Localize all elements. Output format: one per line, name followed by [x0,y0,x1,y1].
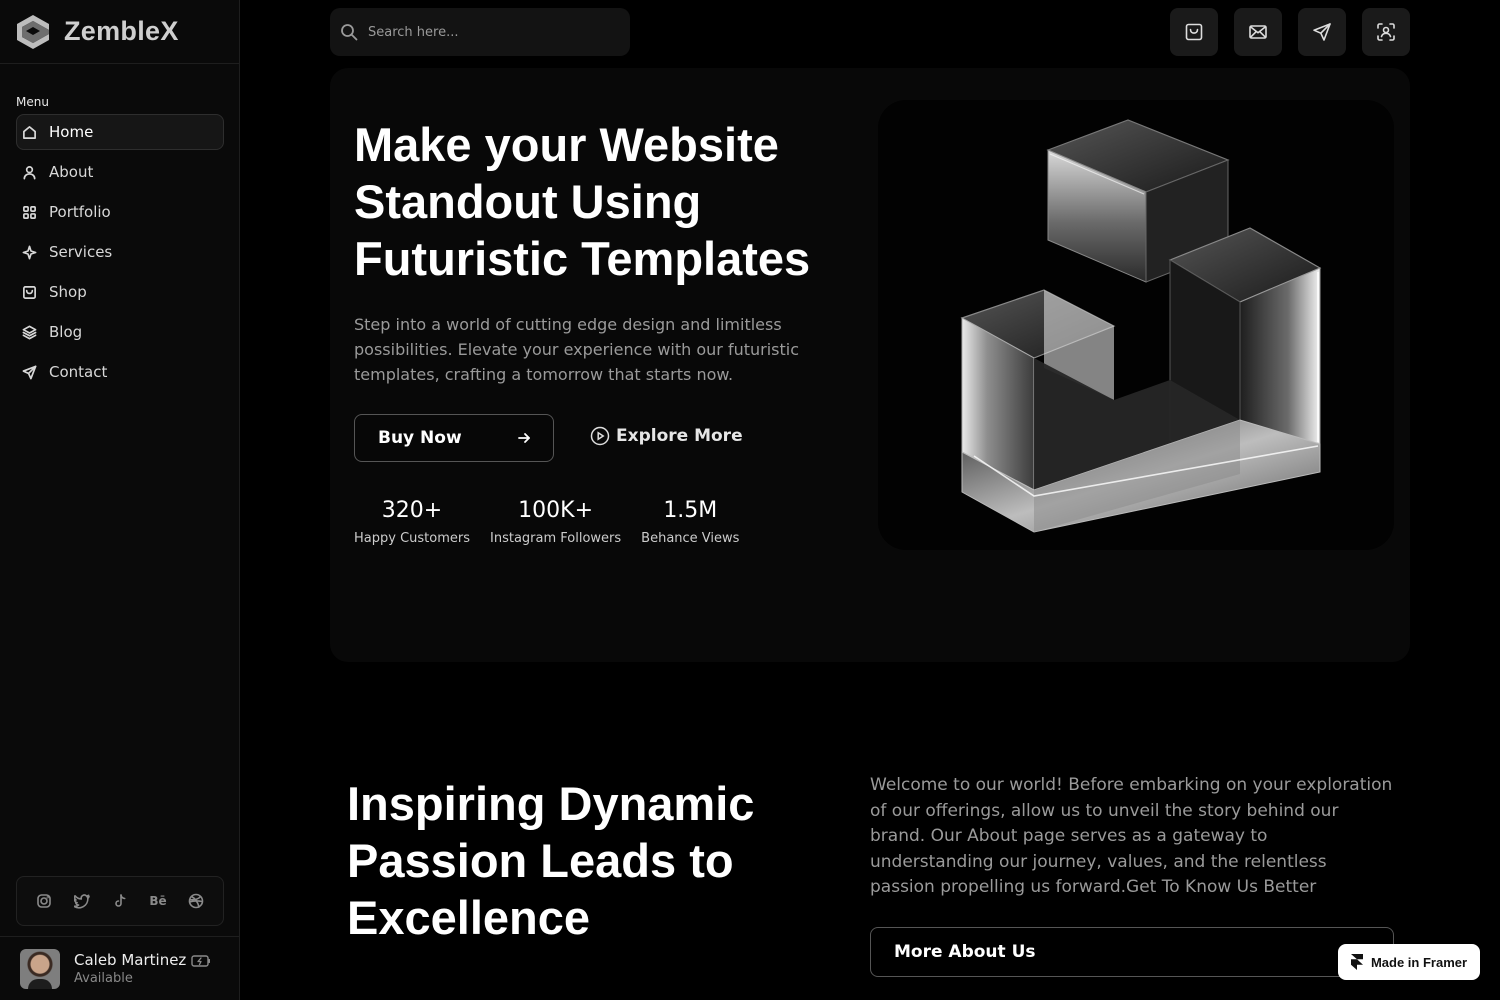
mail-icon [1249,25,1267,39]
scan-button[interactable] [1362,8,1410,56]
about-title: Inspiring Dynamic Passion Leads to Excel… [347,777,755,944]
user-profile[interactable]: Caleb Martinez Available [0,936,239,1000]
layers-icon [22,325,37,339]
menu-label: Menu [16,95,49,109]
hero-card: Make your Website Standout Using Futuris… [330,68,1410,662]
arrow-right-icon [518,433,530,443]
sidebar-nav: Home About Portfolio Services Shop Blog … [16,114,224,394]
sidebar-item-portfolio[interactable]: Portfolio [16,194,224,230]
buy-now-button[interactable]: Buy Now [354,414,554,462]
framer-logo-icon [1350,954,1363,970]
brand-name: ZembleX [64,16,179,46]
shop-icon [23,285,36,299]
sidebar-item-label: Shop [49,283,87,301]
search-input[interactable] [368,24,608,40]
stat-customers: 320+ Happy Customers [354,498,470,546]
user-name: Caleb Martinez [74,951,187,969]
sidebar-item-label: Contact [49,363,108,381]
top-actions [1170,8,1410,56]
shop-button[interactable] [1170,8,1218,56]
tiktok-icon[interactable] [111,892,129,910]
hero-3d-visual [878,100,1394,550]
instagram-icon[interactable] [35,892,53,910]
stats: 320+ Happy Customers 100K+ Instagram Fol… [354,498,739,546]
grid-icon [23,205,36,219]
home-icon [23,125,36,139]
twitter-icon[interactable] [73,892,91,910]
shop-icon [1185,23,1203,41]
dribbble-icon[interactable] [187,892,205,910]
buy-now-label: Buy Now [378,428,462,448]
stat-label: Happy Customers [354,531,470,546]
play-circle-icon [590,426,610,446]
more-about-us-button[interactable]: More About Us [870,927,1394,977]
sidebar-item-home[interactable]: Home [16,114,224,150]
hero-title: Make your Website Standout Using Futuris… [354,118,811,285]
explore-more-button[interactable]: Explore More [590,426,743,446]
sidebar-item-label: Services [49,243,113,261]
battery-icon [191,955,210,967]
hero-description: Step into a world of cutting edge design… [354,315,800,384]
user-status: Available [74,971,133,986]
sidebar: ZembleX Menu Home About Portfolio Servic… [0,0,240,1000]
stat-value: 320+ [381,498,443,523]
user-icon [23,165,36,179]
social-links: Bē [16,876,224,926]
sidebar-item-about[interactable]: About [16,154,224,190]
made-in-framer-label: Made in Framer [1370,954,1468,970]
stat-value: 100K+ [518,498,594,523]
mail-button[interactable] [1234,8,1282,56]
about-text: Welcome to our world! Before embarking o… [870,775,1393,897]
behance-icon[interactable]: Bē [149,892,167,910]
search-bar[interactable] [330,8,630,56]
sidebar-item-label: About [49,163,94,181]
stat-label: Instagram Followers [490,531,622,546]
send-icon [1313,23,1331,41]
send-button[interactable] [1298,8,1346,56]
sidebar-item-label: Blog [49,323,83,341]
brand-logo-icon [17,14,49,49]
stat-views: 1.5M Behance Views [641,498,739,546]
sidebar-item-contact[interactable]: Contact [16,354,224,390]
user-info: Caleb Martinez Available [74,951,186,986]
stat-label: Behance Views [641,531,740,546]
made-in-framer-badge[interactable]: Made in Framer [1338,944,1480,980]
sidebar-item-label: Home [49,123,94,141]
avatar [20,948,60,989]
sidebar-item-services[interactable]: Services [16,234,224,270]
stat-value: 1.5M [663,498,718,523]
sidebar-item-blog[interactable]: Blog [16,314,224,350]
scan-icon [1377,23,1395,41]
search-icon [341,24,358,41]
send-icon [22,365,37,379]
brand[interactable]: ZembleX [0,0,239,64]
sparkle-icon [22,245,37,259]
stat-followers: 100K+ Instagram Followers [490,498,621,546]
sidebar-item-label: Portfolio [49,203,111,221]
explore-more-label: Explore More [616,426,743,446]
more-about-us-label: More About Us [894,942,1036,962]
glass-shape-image [960,119,1322,533]
sidebar-item-shop[interactable]: Shop [16,274,224,310]
